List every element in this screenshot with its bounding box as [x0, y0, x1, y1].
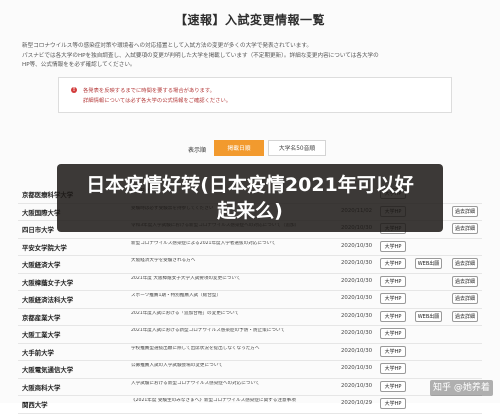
past-details-button[interactable]: 過去詳細: [452, 205, 478, 217]
table-row: 大阪経済法科大学 スポーツ推薦1期・特別推薦入試（総合型） 2020/10/30 大学…: [18, 291, 482, 309]
university-name[interactable]: 平安女学院大学: [22, 243, 67, 252]
university-hp-button[interactable]: 大学HP: [380, 398, 406, 409]
page-title: 【速報】入試変更情報一覧: [174, 13, 325, 27]
alert-icon: !: [71, 87, 77, 93]
table-row: 大阪電気通信大学 公募推薦入試の入学試験会場の変更について 2020/10/30 大学…: [18, 361, 482, 379]
university-name[interactable]: 大阪経済大学: [22, 260, 60, 269]
university-name[interactable]: 大阪樟蔭女子大学: [22, 278, 73, 287]
university-name[interactable]: 大阪国際大学: [22, 208, 60, 217]
university-hp-button[interactable]: 大学HP: [380, 275, 406, 287]
change-description[interactable]: 学校推薦型選抜出願に際して出席状況を提出しなくなった方へ: [131, 346, 331, 358]
university-hp-button[interactable]: 大学HP: [380, 258, 406, 269]
change-description[interactable]: 大阪経済大学を受験される方へ: [131, 258, 331, 270]
notice-box: ! 各発表を反映するまでに時間を要する場合があります。 詳細情報については必ず各…: [58, 77, 452, 113]
watermark: 知乎 @她养着: [430, 380, 493, 396]
university-hp-button[interactable]: 大学HP: [380, 380, 406, 392]
university-name[interactable]: 大阪電気通信大学: [22, 365, 73, 374]
table-row: 関西大学 《2021年度 受験生のみなさまへ》新型コロナウイルス感染症に関する注意…: [18, 396, 482, 414]
sort-bar: 表示順 掲載日順 大学名50音順: [188, 140, 328, 158]
table-row: 大手前大学 学校推薦型選抜出願に際して出席状況を提出しなくなった方へ 2020/10…: [18, 344, 482, 361]
change-description[interactable]: 2021年度 大阪樟蔭女子大学入試要項の変更について: [131, 276, 331, 288]
university-hp-button[interactable]: 大学HP: [380, 345, 406, 357]
post-date: 2020/10/30: [341, 260, 373, 266]
change-description[interactable]: 入学試験における新型コロナウイルス感染症への対応について: [131, 381, 331, 393]
intro-line: HP等、公式情報をを必ず確認してください。: [22, 62, 136, 68]
post-date: 2020/10/30: [341, 330, 373, 336]
university-name[interactable]: 大手前大学: [22, 348, 54, 357]
change-description[interactable]: 2021年度入試における「追加合格」の変更について: [131, 311, 331, 323]
web-application-button[interactable]: WEB出願: [415, 258, 442, 269]
post-date: 2020/10/30: [341, 382, 373, 389]
web-application-button[interactable]: WEB出願: [415, 310, 442, 322]
table-row: 大阪商科大学 入学試験における新型コロナウイルス感染症への対応について 2020/1…: [18, 379, 482, 396]
intro-line: 新型コロナウイルス等の感染症対策や環境者への対応措置として入試方法の変更が多くの…: [22, 43, 312, 49]
university-name[interactable]: 大阪経済法科大学: [22, 295, 73, 304]
past-details-button[interactable]: 過去詳細: [452, 223, 478, 234]
banner-text: 日本疫情好转(日本疫情2021年可以好起来么): [86, 174, 414, 222]
sort-label: 表示順: [188, 147, 207, 154]
university-name[interactable]: 京都産業大学: [22, 313, 60, 322]
intro-line: パスナビでは各大学のHPを独自調査し、入試要項の変更が判明した大学を掲載していま…: [22, 52, 379, 59]
notice-line: 各発表を反映するまでに時間を要する場合があります。: [83, 88, 215, 94]
table-row: 大阪樟蔭女子大学 2021年度 大阪樟蔭女子大学入試要項の変更について 2020/1…: [18, 274, 482, 291]
past-details-button[interactable]: 過去詳細: [452, 293, 478, 304]
post-date: 2020/10/30: [341, 365, 373, 371]
past-details-button[interactable]: 過去詳細: [452, 275, 478, 287]
university-name[interactable]: 関西大学: [22, 400, 48, 409]
change-description[interactable]: 《2021年度 受験生のみなさまへ》新型コロナウイルス感染症に関する注意事項: [131, 398, 331, 410]
table-row: 大阪経済大学 大阪経済大学を受験される方へ 2020/10/30 大学HP WEB出願過…: [18, 256, 482, 274]
university-hp-button[interactable]: 大学HP: [380, 310, 406, 322]
university-hp-button[interactable]: 大学HP: [380, 363, 406, 374]
change-description[interactable]: 2021年度入試における新型コロナウイルス感染症の予防・防止策について: [131, 328, 331, 340]
post-date: 2020/10/30: [341, 312, 373, 319]
university-name[interactable]: 四日市大学: [22, 225, 54, 234]
sort-by-date-button[interactable]: 掲載日順: [214, 140, 264, 156]
notice-line: 詳細情報については必ず各大学の公式情報をご確認ください。: [83, 98, 232, 104]
post-date: 2020/10/29: [341, 400, 373, 406]
post-date: 2020/10/30: [341, 295, 373, 301]
university-hp-button[interactable]: 大学HP: [380, 328, 406, 339]
table-row: 大阪工業大学 2021年度入試における新型コロナウイルス感染症の予防・防止策につい…: [18, 326, 482, 344]
page: 【速報】入試変更情報一覧 新型コロナウイルス等の感染症対策や環境者への対応措置と…: [0, 0, 500, 414]
sort-by-name-button[interactable]: 大学名50音順: [268, 140, 326, 156]
post-date: 2020/10/30: [341, 347, 373, 354]
change-description[interactable]: スポーツ推薦1期・特別推薦入試（総合型）: [131, 293, 331, 305]
university-name[interactable]: 大阪工業大学: [22, 330, 60, 339]
table-row: 京都産業大学 2021年度入試における「追加合格」の変更について 2020/10/3…: [18, 309, 482, 326]
post-date: 2020/10/30: [341, 242, 373, 249]
university-hp-button[interactable]: 大学HP: [380, 240, 406, 252]
title-banner: 日本疫情好转(日本疫情2021年可以好起来么): [57, 164, 443, 232]
past-details-button[interactable]: 過去詳細: [452, 258, 478, 269]
change-description[interactable]: 公募推薦入試の入学試験会場の変更について: [131, 363, 331, 375]
intro-text: 新型コロナウイルス等の感染症対策や環境者への対応措置として入試方法の変更が多くの…: [22, 42, 478, 71]
past-details-button[interactable]: 過去詳細: [452, 310, 478, 322]
university-name[interactable]: 大阪商科大学: [22, 383, 60, 392]
post-date: 2020/10/30: [341, 277, 373, 284]
table-row: 平安女学院大学 新型コロナウイルス感染症による2021年度入学者選抜の対応について…: [18, 239, 482, 256]
university-hp-button[interactable]: 大学HP: [380, 293, 406, 304]
change-description[interactable]: 新型コロナウイルス感染症による2021年度入学者選抜の対応について: [131, 241, 331, 253]
